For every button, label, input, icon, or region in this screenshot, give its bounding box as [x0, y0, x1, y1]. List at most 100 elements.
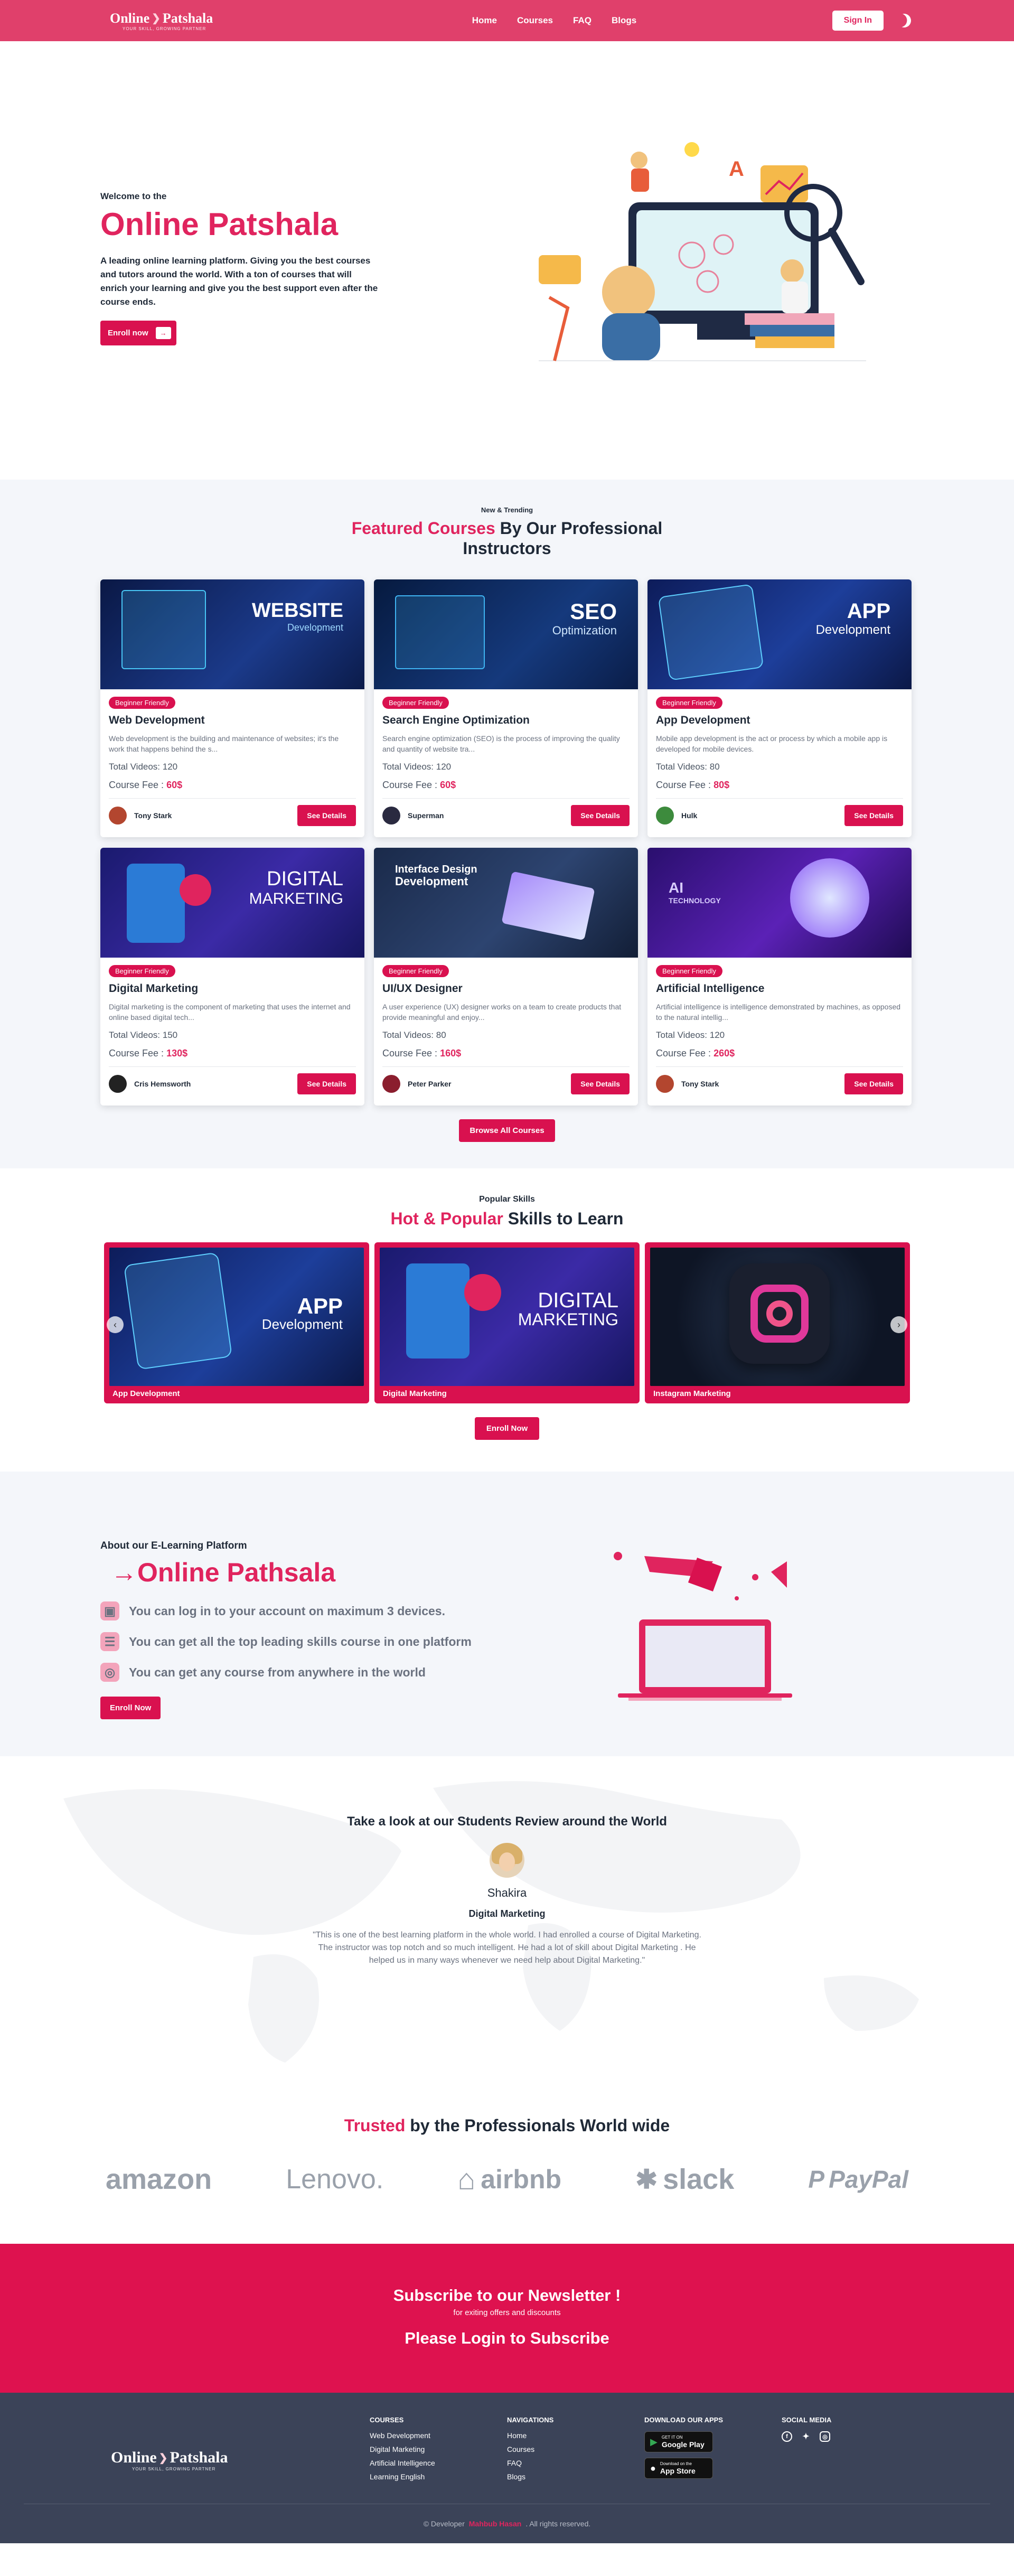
copyright-bar: © Developer Mahbub Hasan . All rights re… — [24, 2504, 990, 2543]
beginner-badge: Beginner Friendly — [656, 697, 722, 709]
arrow-right-icon: → — [155, 327, 171, 339]
instructor: Tony Stark — [656, 1075, 719, 1093]
footer-link[interactable]: Digital Marketing — [370, 2445, 507, 2453]
popular-title: Hot & Popular Skills to Learn — [390, 1209, 624, 1228]
skill-slide[interactable]: Instagram Marketing — [645, 1242, 910, 1403]
course-fee: Course Fee : 60$ — [382, 780, 456, 790]
course-card: WEBSITE Development Beginner Friendly Web… — [100, 579, 364, 837]
logo-mark-icon: ❯ — [152, 13, 161, 24]
nav-links: Home Courses FAQ Blogs — [472, 15, 636, 26]
facebook-icon[interactable]: f — [782, 2431, 792, 2442]
nav-link-blogs[interactable]: Blogs — [612, 15, 636, 26]
globe-icon: ◎ — [100, 1663, 119, 1682]
instructor: Cris Hemsworth — [109, 1075, 191, 1093]
featured-kicker: New & Trending — [481, 506, 533, 514]
dark-mode-moon-icon[interactable] — [895, 12, 913, 29]
course-fee: Course Fee : 260$ — [656, 1048, 735, 1058]
course-title: UI/UX Designer — [382, 982, 463, 995]
course-title: App Development — [656, 714, 750, 726]
footer-link[interactable]: FAQ — [507, 2459, 644, 2467]
popular-skills-section: Popular Skills Hot & Popular Skills to L… — [0, 1168, 1014, 1472]
about-enroll-button[interactable]: Enroll Now — [100, 1697, 161, 1719]
see-details-button[interactable]: See Details — [297, 1073, 356, 1094]
course-description: Web development is the building and main… — [109, 734, 339, 753]
course-videos: Total Videos: 150 — [109, 1030, 178, 1040]
top-navbar: Online ❯ Patshala YOUR SKILL, GROWING PA… — [0, 0, 1014, 41]
google-play-icon: ▶ — [650, 2436, 658, 2447]
app-store-button[interactable]: ● Download on the App Store — [644, 2458, 713, 2479]
course-videos: Total Videos: 120 — [109, 762, 178, 772]
footer-social: SOCIAL MEDIA f ✦ ◎ — [782, 2416, 832, 2442]
footer-link[interactable]: Web Development — [370, 2431, 507, 2440]
logo-tagline: YOUR SKILL, GROWING PARTNER — [123, 26, 206, 31]
course-image-uiux: Interface Design Development — [374, 848, 638, 958]
slack-logo: ✱ slack — [635, 2163, 735, 2195]
popular-kicker: Popular Skills — [479, 1195, 535, 1204]
course-title: Search Engine Optimization — [382, 714, 530, 726]
skill-slide[interactable]: DIGITAL MARKETING Digital Marketing — [374, 1242, 640, 1403]
login-to-subscribe[interactable]: Please Login to Subscribe — [0, 2329, 1014, 2348]
avatar — [382, 1075, 400, 1093]
avatar — [656, 807, 674, 825]
instructor: Peter Parker — [382, 1075, 452, 1093]
developer-link[interactable]: Mahbub Hasan — [469, 2519, 522, 2528]
see-details-button[interactable]: See Details — [297, 805, 356, 826]
apple-icon: ● — [650, 2462, 656, 2474]
skill-label: App Development — [112, 1389, 180, 1398]
avatar — [382, 807, 400, 825]
site-logo[interactable]: Online ❯ Patshala YOUR SKILL, GROWING PA… — [110, 11, 213, 31]
skill-slide[interactable]: APP Development App Development — [104, 1242, 369, 1403]
course-title: Web Development — [109, 714, 205, 726]
course-image-app: APP Development — [647, 579, 912, 689]
twitter-icon[interactable]: ✦ — [801, 2431, 811, 2442]
hero-section: Welcome to the Online Patshala A leading… — [0, 41, 1014, 480]
course-title: Digital Marketing — [109, 982, 199, 995]
nav-link-courses[interactable]: Courses — [517, 15, 553, 26]
browse-all-courses-button[interactable]: Browse All Courses — [459, 1119, 555, 1142]
footer-link[interactable]: Artificial Intelligence — [370, 2459, 507, 2467]
hero-description: A leading online learning platform. Givi… — [100, 256, 378, 307]
footer-link[interactable]: Home — [507, 2431, 644, 2440]
about-kicker: About our E-Learning Platform — [100, 1540, 247, 1551]
see-details-button[interactable]: See Details — [571, 805, 630, 826]
course-image-ai: AI TECHNOLOGY — [647, 848, 912, 958]
see-details-button[interactable]: See Details — [844, 805, 903, 826]
about-point: ☰ You can get all the top leading skills… — [100, 1632, 472, 1651]
footer-link[interactable]: Learning English — [370, 2472, 507, 2481]
course-card: Interface Design Development Beginner Fri… — [374, 848, 638, 1106]
reviews-section: Take a look at our Students Review aroun… — [0, 1756, 1014, 2084]
sign-in-button[interactable]: Sign In — [832, 11, 884, 31]
hero-enroll-button[interactable]: Enroll now → — [100, 321, 176, 345]
footer-navigations: NAVIGATIONS Home Courses FAQ Blogs — [507, 2416, 644, 2486]
course-card: AI TECHNOLOGY Beginner Friendly Artificia… — [647, 848, 912, 1106]
google-play-button[interactable]: ▶ GET IT ON Google Play — [644, 2431, 713, 2452]
beginner-badge: Beginner Friendly — [109, 965, 175, 977]
course-videos: Total Videos: 120 — [656, 1030, 725, 1040]
beginner-badge: Beginner Friendly — [656, 965, 722, 977]
nav-link-faq[interactable]: FAQ — [573, 15, 592, 26]
footer-logo[interactable]: Online ❯ Patshala YOUR SKILL, GROWING PA… — [111, 2449, 370, 2486]
carousel-prev-arrow-icon[interactable]: ‹ — [107, 1316, 124, 1333]
instagram-icon[interactable]: ◎ — [820, 2431, 830, 2442]
nav-link-home[interactable]: Home — [472, 15, 497, 26]
enroll-now-button[interactable]: Enroll Now — [474, 1417, 540, 1440]
carousel-next-arrow-icon[interactable]: › — [890, 1316, 907, 1333]
skill-image-app: APP Development — [109, 1248, 364, 1386]
hero-welcome: Welcome to the — [100, 191, 167, 201]
course-videos: Total Videos: 80 — [382, 1030, 446, 1040]
footer-link[interactable]: Blogs — [507, 2472, 644, 2481]
airbnb-icon: ⌂ — [457, 2162, 476, 2196]
logo-text-right: Patshala — [162, 10, 213, 26]
newsletter-section: Subscribe to our Newsletter ! for exitin… — [0, 2244, 1014, 2393]
course-grid: WEBSITE Development Beginner Friendly Web… — [100, 579, 914, 1106]
course-title: Artificial Intelligence — [656, 982, 765, 995]
hero-title: Online Patshala — [100, 207, 339, 242]
footer-link[interactable]: Courses — [507, 2445, 644, 2453]
about-point: ▣ You can log in to your account on maxi… — [100, 1601, 472, 1620]
see-details-button[interactable]: See Details — [571, 1073, 630, 1094]
footer-apps: DOWNLOAD OUR APPS ▶ GET IT ON Google Play… — [644, 2416, 782, 2486]
reviews-title: Take a look at our Students Review aroun… — [347, 1814, 667, 1829]
course-fee: Course Fee : 60$ — [109, 780, 183, 790]
see-details-button[interactable]: See Details — [844, 1073, 903, 1094]
skill-label: Instagram Marketing — [653, 1389, 731, 1398]
